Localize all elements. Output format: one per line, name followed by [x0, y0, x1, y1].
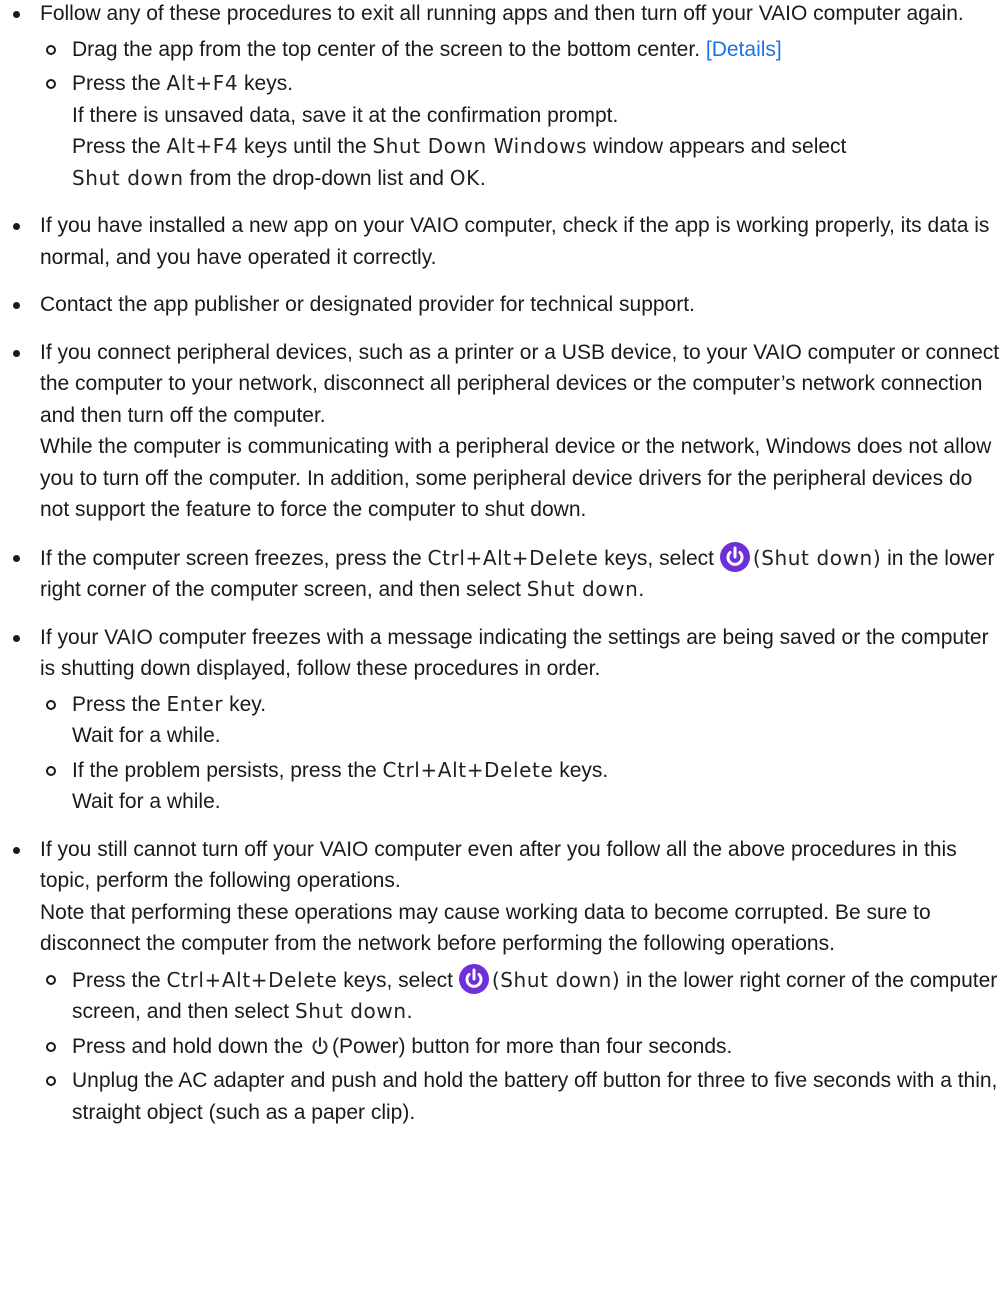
shutdown-icon — [719, 541, 750, 572]
text: (Power) button for more than four second… — [332, 1034, 733, 1058]
list-item: If you have installed a new app on your … — [13, 210, 1003, 273]
key-name: Ctrl+Alt+Delete — [382, 757, 554, 782]
list-item: If the computer screen freezes, press th… — [13, 541, 1003, 606]
text: Press the — [72, 72, 167, 95]
item-text: Follow any of these procedures to exit a… — [40, 2, 964, 25]
item-text: Contact the app publisher or designated … — [40, 293, 695, 316]
key-name: Alt+F4 — [166, 71, 239, 95]
text: Unplug the AC adapter and push and hold … — [72, 1069, 998, 1124]
text: Press the — [72, 692, 167, 716]
text: key. — [223, 692, 267, 716]
key-name: Enter — [166, 691, 224, 716]
text: keys, select — [337, 968, 459, 992]
text: Press the — [72, 135, 167, 158]
list-item: If you still cannot turn off your VAIO c… — [13, 834, 1003, 1129]
text: . — [406, 1000, 413, 1023]
procedure-list: Follow any of these procedures to exit a… — [0, 0, 1003, 1128]
sub-list-item: Press the Enter key. Wait for a while. — [46, 689, 1003, 752]
item-text: If you have installed a new app on your … — [40, 214, 990, 269]
ui-option-name: Shut down — [294, 999, 407, 1023]
text: If the computer screen freezes, press th… — [40, 546, 428, 570]
sub-list-item: Press the Ctrl+Alt+Delete keys, select (… — [46, 963, 1003, 1028]
ui-button-name: (Shut down) — [491, 967, 621, 992]
sub-list: Press the Enter key. Wait for a while. I… — [40, 689, 1003, 818]
text: . — [479, 166, 486, 190]
text: window appears and select — [587, 135, 847, 158]
power-icon — [309, 1035, 331, 1057]
text: from the drop-down list and — [183, 166, 450, 190]
details-link[interactable]: [Details] — [706, 38, 782, 61]
sub-list-item: Unplug the AC adapter and push and hold … — [46, 1065, 1003, 1128]
list-item: Contact the app publisher or designated … — [13, 289, 1003, 321]
sub-list-item: Press the Alt+F4 keys. If there is unsav… — [46, 68, 1003, 194]
text: keys, select — [598, 546, 720, 570]
ui-button-name: OK — [449, 165, 480, 190]
item-text: If your VAIO computer freezes with a mes… — [40, 625, 989, 681]
sub-list-item: Press and hold down the (Power) button f… — [46, 1031, 1003, 1063]
ui-option-name: Shut down — [526, 577, 639, 601]
list-item: If you connect peripheral devices, such … — [13, 337, 1003, 526]
sub-list-item: If the problem persists, press the Ctrl+… — [46, 755, 1003, 818]
text: If the problem persists, press the — [72, 758, 383, 782]
text: keys. — [238, 72, 294, 95]
ui-window-name: Shut Down Windows — [372, 134, 588, 158]
item-text: If you still cannot turn off your VAIO c… — [40, 837, 957, 893]
text: . — [638, 578, 645, 601]
sub-list: Drag the app from the top center of the … — [40, 34, 1003, 195]
text: keys until the — [238, 135, 373, 158]
ui-option-name: Shut down — [72, 165, 184, 190]
item-text-note: While the computer is communicating with… — [40, 435, 992, 521]
key-name: Alt+F4 — [166, 134, 239, 158]
key-name: Ctrl+Alt+Delete — [427, 545, 599, 570]
help-document: Follow any of these procedures to exit a… — [0, 0, 1003, 1128]
text: Press the — [72, 968, 167, 992]
ui-button-name: (Shut down) — [752, 545, 882, 570]
shutdown-icon — [458, 963, 489, 994]
text: If there is unsaved data, save it at the… — [72, 103, 619, 127]
item-text-note: Note that performing these operations ma… — [40, 900, 931, 956]
sub-list: Press the Ctrl+Alt+Delete keys, select (… — [40, 963, 1003, 1129]
item-text: If you connect peripheral devices, such … — [40, 340, 1000, 427]
text: keys. — [553, 758, 609, 782]
text: Press and hold down the — [72, 1034, 309, 1058]
text: Wait for a while. — [72, 790, 221, 813]
list-item: If your VAIO computer freezes with a mes… — [13, 622, 1003, 818]
sub-item-text: Drag the app from the top center of the … — [72, 37, 701, 61]
list-item: Follow any of these procedures to exit a… — [13, 0, 1003, 195]
sub-list-item: Drag the app from the top center of the … — [46, 34, 1003, 66]
text: Wait for a while. — [72, 724, 221, 747]
key-name: Ctrl+Alt+Delete — [166, 967, 338, 992]
